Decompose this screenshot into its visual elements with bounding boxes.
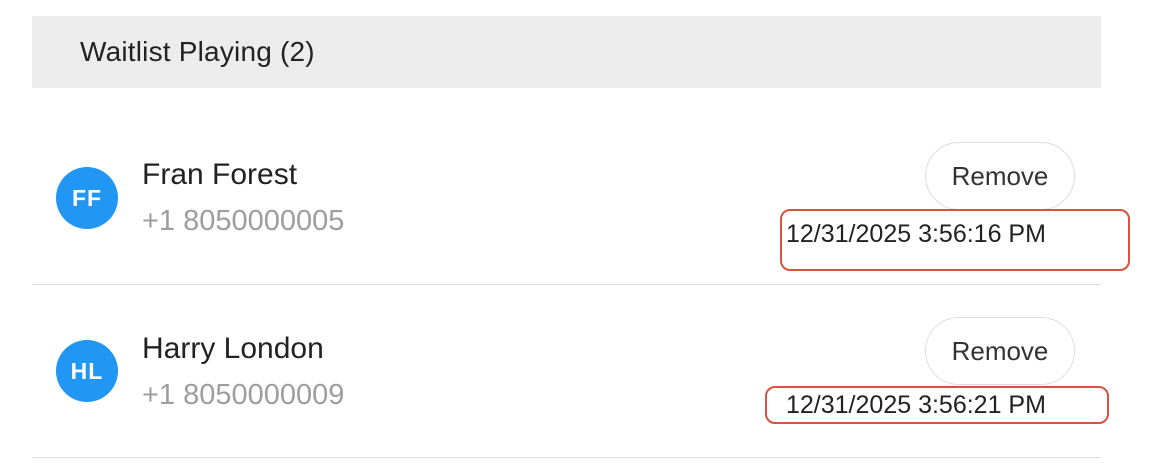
remove-button[interactable]: Remove [925, 142, 1075, 210]
list-item: HL Harry London +1 8050000009 Remove 12/… [32, 285, 1109, 458]
avatar: FF [56, 167, 118, 229]
remove-button[interactable]: Remove [925, 317, 1075, 385]
player-phone: +1 8050000009 [142, 379, 345, 411]
section-title: Waitlist Playing (2) [80, 36, 315, 67]
waitlist-panel: Waitlist Playing (2) FF Fran Forest +1 8… [32, 16, 1130, 458]
waitlist-list: FF Fran Forest +1 8050000005 Remove 12/3… [32, 88, 1130, 458]
player-phone: +1 8050000005 [142, 205, 345, 237]
section-header: Waitlist Playing (2) [32, 16, 1101, 88]
timestamp: 12/31/2025 3:56:21 PM [786, 391, 1046, 419]
list-item: FF Fran Forest +1 8050000005 Remove 12/3… [32, 88, 1130, 285]
player-name: Fran Forest [142, 158, 298, 191]
player-name: Harry London [142, 332, 324, 365]
avatar: HL [56, 340, 118, 402]
timestamp: 12/31/2025 3:56:16 PM [786, 220, 1046, 248]
